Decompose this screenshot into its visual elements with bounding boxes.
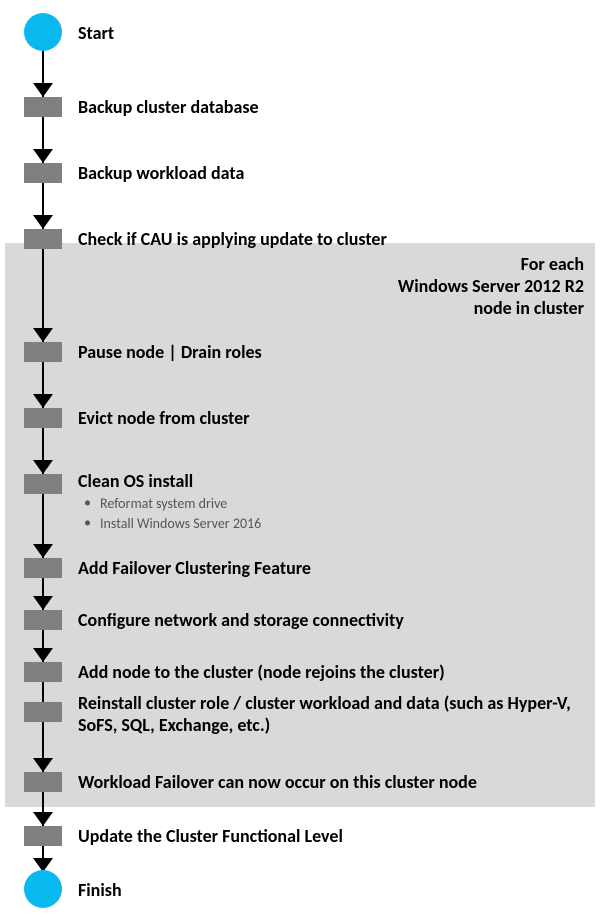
step-sublist-item: Reformat system drive bbox=[78, 494, 261, 514]
arrow-icon bbox=[33, 758, 53, 772]
process-box bbox=[24, 702, 62, 722]
arrow-icon bbox=[33, 596, 53, 610]
start-label: Start bbox=[78, 22, 114, 44]
arrow-icon bbox=[33, 83, 53, 97]
process-box bbox=[24, 826, 62, 846]
step-label: Reinstall cluster role / cluster workloa… bbox=[78, 692, 578, 736]
step-label: Workload Failover can now occur on this … bbox=[78, 771, 588, 793]
arrow-icon bbox=[33, 394, 53, 408]
step-label: Check if CAU is applying update to clust… bbox=[78, 228, 387, 250]
step-label: Pause node | Drain roles bbox=[78, 341, 262, 363]
process-box bbox=[24, 772, 62, 792]
step-label: Backup workload data bbox=[78, 162, 244, 184]
step-label: Clean OS install bbox=[78, 470, 193, 492]
finish-label: Finish bbox=[78, 879, 122, 901]
process-box bbox=[24, 474, 62, 494]
step-label: Backup cluster database bbox=[78, 96, 259, 118]
loop-label-line-3: node in cluster bbox=[398, 297, 584, 319]
arrow-icon bbox=[33, 149, 53, 163]
arrow-icon bbox=[33, 812, 53, 826]
step-label: Add Failover Clustering Feature bbox=[78, 557, 311, 579]
step-label: Evict node from cluster bbox=[78, 407, 250, 429]
loop-label-line-2: Windows Server 2012 R2 bbox=[398, 275, 584, 297]
process-box bbox=[24, 163, 62, 183]
arrow-icon bbox=[33, 328, 53, 342]
start-terminator bbox=[24, 13, 62, 51]
step-label: Configure network and storage connectivi… bbox=[78, 609, 404, 631]
process-box bbox=[24, 558, 62, 578]
loop-label: For each Windows Server 2012 R2 node in … bbox=[398, 253, 584, 319]
step-sublist: Reformat system drive Install Windows Se… bbox=[78, 494, 261, 534]
arrow-icon bbox=[33, 544, 53, 558]
process-box bbox=[24, 342, 62, 362]
process-box bbox=[24, 229, 62, 249]
step-sublist-item: Install Windows Server 2016 bbox=[78, 514, 261, 534]
arrow-icon bbox=[33, 648, 53, 662]
step-label: Update the Cluster Functional Level bbox=[78, 825, 343, 847]
process-box bbox=[24, 408, 62, 428]
arrow-icon bbox=[33, 215, 53, 229]
step-label: Add node to the cluster (node rejoins th… bbox=[78, 661, 588, 683]
arrow-icon bbox=[33, 460, 53, 474]
process-box bbox=[24, 97, 62, 117]
process-box bbox=[24, 662, 62, 682]
finish-terminator bbox=[24, 870, 62, 908]
flowchart-diagram: For each Windows Server 2012 R2 node in … bbox=[0, 0, 602, 917]
loop-label-line-1: For each bbox=[398, 253, 584, 275]
process-box bbox=[24, 610, 62, 630]
